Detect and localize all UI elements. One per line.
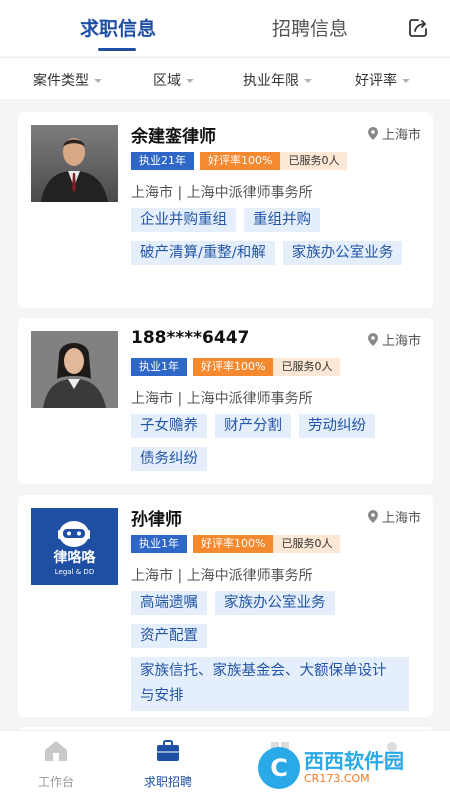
location: 上海市 [367,330,421,349]
practice-tags: 子女赡养 财产分割 劳动纠纷 债务纠纷 [131,414,426,480]
watermark-title: 西西软件园 [304,749,404,773]
nav-label: 工作台 [37,775,74,789]
practice-tag: 家族办公室业务 [215,591,335,615]
nav-workbench[interactable]: 工作台 [16,739,96,790]
served-count-badge: 已服务0人 [280,152,348,170]
lawyer-name: 188****6447 [131,328,250,348]
firm-line: 上海市 | 上海中派律师事务所 [131,568,313,584]
lawyer-card[interactable]: 余建銮律师 上海市 执业21年 好评率100% 已服务0人 上海市 | 上海中派… [18,112,433,308]
practice-tag: 财产分割 [215,414,291,438]
filter-practice-years[interactable]: 执业年限 [243,70,312,90]
practice-tags: 企业并购重组 重组并购 破产清算/重整/和解 家族办公室业务 [131,208,426,274]
briefcase-icon [157,740,179,761]
filter-case-type[interactable]: 案件类型 [33,70,102,90]
watermark-url: CR173.COM [304,772,370,785]
logo-text: 律咯咯 [54,549,97,566]
location-text: 上海市 [381,128,421,143]
filter-bar: 案件类型 区域 执业年限 好评率 [0,57,450,99]
caret-down-icon [186,79,194,83]
logo-subtext: Legal & DD [55,568,94,576]
watermark-logo-icon: C [258,747,300,789]
served-count-badge: 已服务0人 [273,535,341,553]
lawyer-card[interactable]: 188****6447 上海市 执业1年 好评率100% 已服务0人 上海市 |… [18,318,433,484]
lawyer-photo [31,125,118,202]
location-pin-icon [367,333,378,346]
lawyer-logo: 律咯咯 Legal & DD [31,508,118,585]
filter-label: 区域 [153,73,181,89]
firm-line: 上海市 | 上海中派律师事务所 [131,185,313,201]
filter-rating[interactable]: 好评率 [355,70,410,90]
practice-tag: 债务纠纷 [131,447,207,471]
lawyer-name: 孙律师 [131,510,182,530]
badge-row: 执业21年 好评率100% 已服务0人 [131,152,348,170]
rating-badge: 好评率100% [193,535,274,553]
lawyer-photo [31,331,118,408]
filter-region[interactable]: 区域 [153,70,194,90]
practice-tag: 子女赡养 [131,414,207,438]
caret-down-icon [402,79,410,83]
practice-tag: 家族办公室业务 [282,241,403,265]
nav-job-recruitment[interactable]: 求职招聘 [128,739,208,790]
share-icon[interactable] [406,16,430,40]
home-icon [45,741,67,761]
filter-label: 好评率 [355,73,397,89]
practice-tag: 高端遗嘱 [131,591,207,615]
rating-badge: 好评率100% [193,358,274,376]
tab-recruitment[interactable]: 招聘信息 [272,14,348,41]
badge-row: 执业1年 好评率100% 已服务0人 [131,535,341,553]
filter-label: 执业年限 [243,73,299,89]
practice-tag: 家族信托、家族基金会、大额保单设计与安排 [131,657,409,711]
top-tab-bar: 求职信息 招聘信息 [0,0,450,56]
active-tab-indicator [98,48,136,51]
lawyer-list: 余建銮律师 上海市 执业21年 好评率100% 已服务0人 上海市 | 上海中派… [0,99,450,730]
lawyer-name: 余建銮律师 [131,127,216,147]
practice-tag: 破产清算/重整/和解 [131,241,275,265]
practice-years-badge: 执业1年 [131,535,187,553]
practice-tag: 劳动纠纷 [299,414,375,438]
practice-years-badge: 执业21年 [131,152,194,170]
location-pin-icon [367,510,378,523]
practice-years-badge: 执业1年 [131,358,187,376]
practice-tag: 企业并购重组 [131,208,236,232]
location-text: 上海市 [381,334,421,349]
location-text: 上海市 [381,511,421,526]
practice-tag: 资产配置 [131,624,207,648]
firm-line: 上海市 | 上海中派律师事务所 [131,391,313,407]
location: 上海市 [367,124,421,143]
caret-down-icon [304,79,312,83]
site-watermark: C 西西软件园 CR173.COM [258,746,434,790]
location-pin-icon [367,127,378,140]
practice-tag: 重组并购 [244,208,320,232]
practice-tags: 高端遗嘱 家族办公室业务 资产配置 家族信托、家族基金会、大额保单设计与安排 [131,591,426,720]
caret-down-icon [94,79,102,83]
lawyer-card[interactable]: 律咯咯 Legal & DD 孙律师 上海市 执业1年 好评率100% 已服务0… [18,495,433,717]
served-count-badge: 已服务0人 [273,358,341,376]
filter-label: 案件类型 [33,73,89,89]
tab-job-seeking[interactable]: 求职信息 [80,14,156,41]
nav-label: 求职招聘 [143,775,192,789]
rating-badge: 好评率100% [200,152,281,170]
watermark-text: 西西软件园 CR173.COM [304,750,404,786]
badge-row: 执业1年 好评率100% 已服务0人 [131,358,341,376]
location: 上海市 [367,507,421,526]
